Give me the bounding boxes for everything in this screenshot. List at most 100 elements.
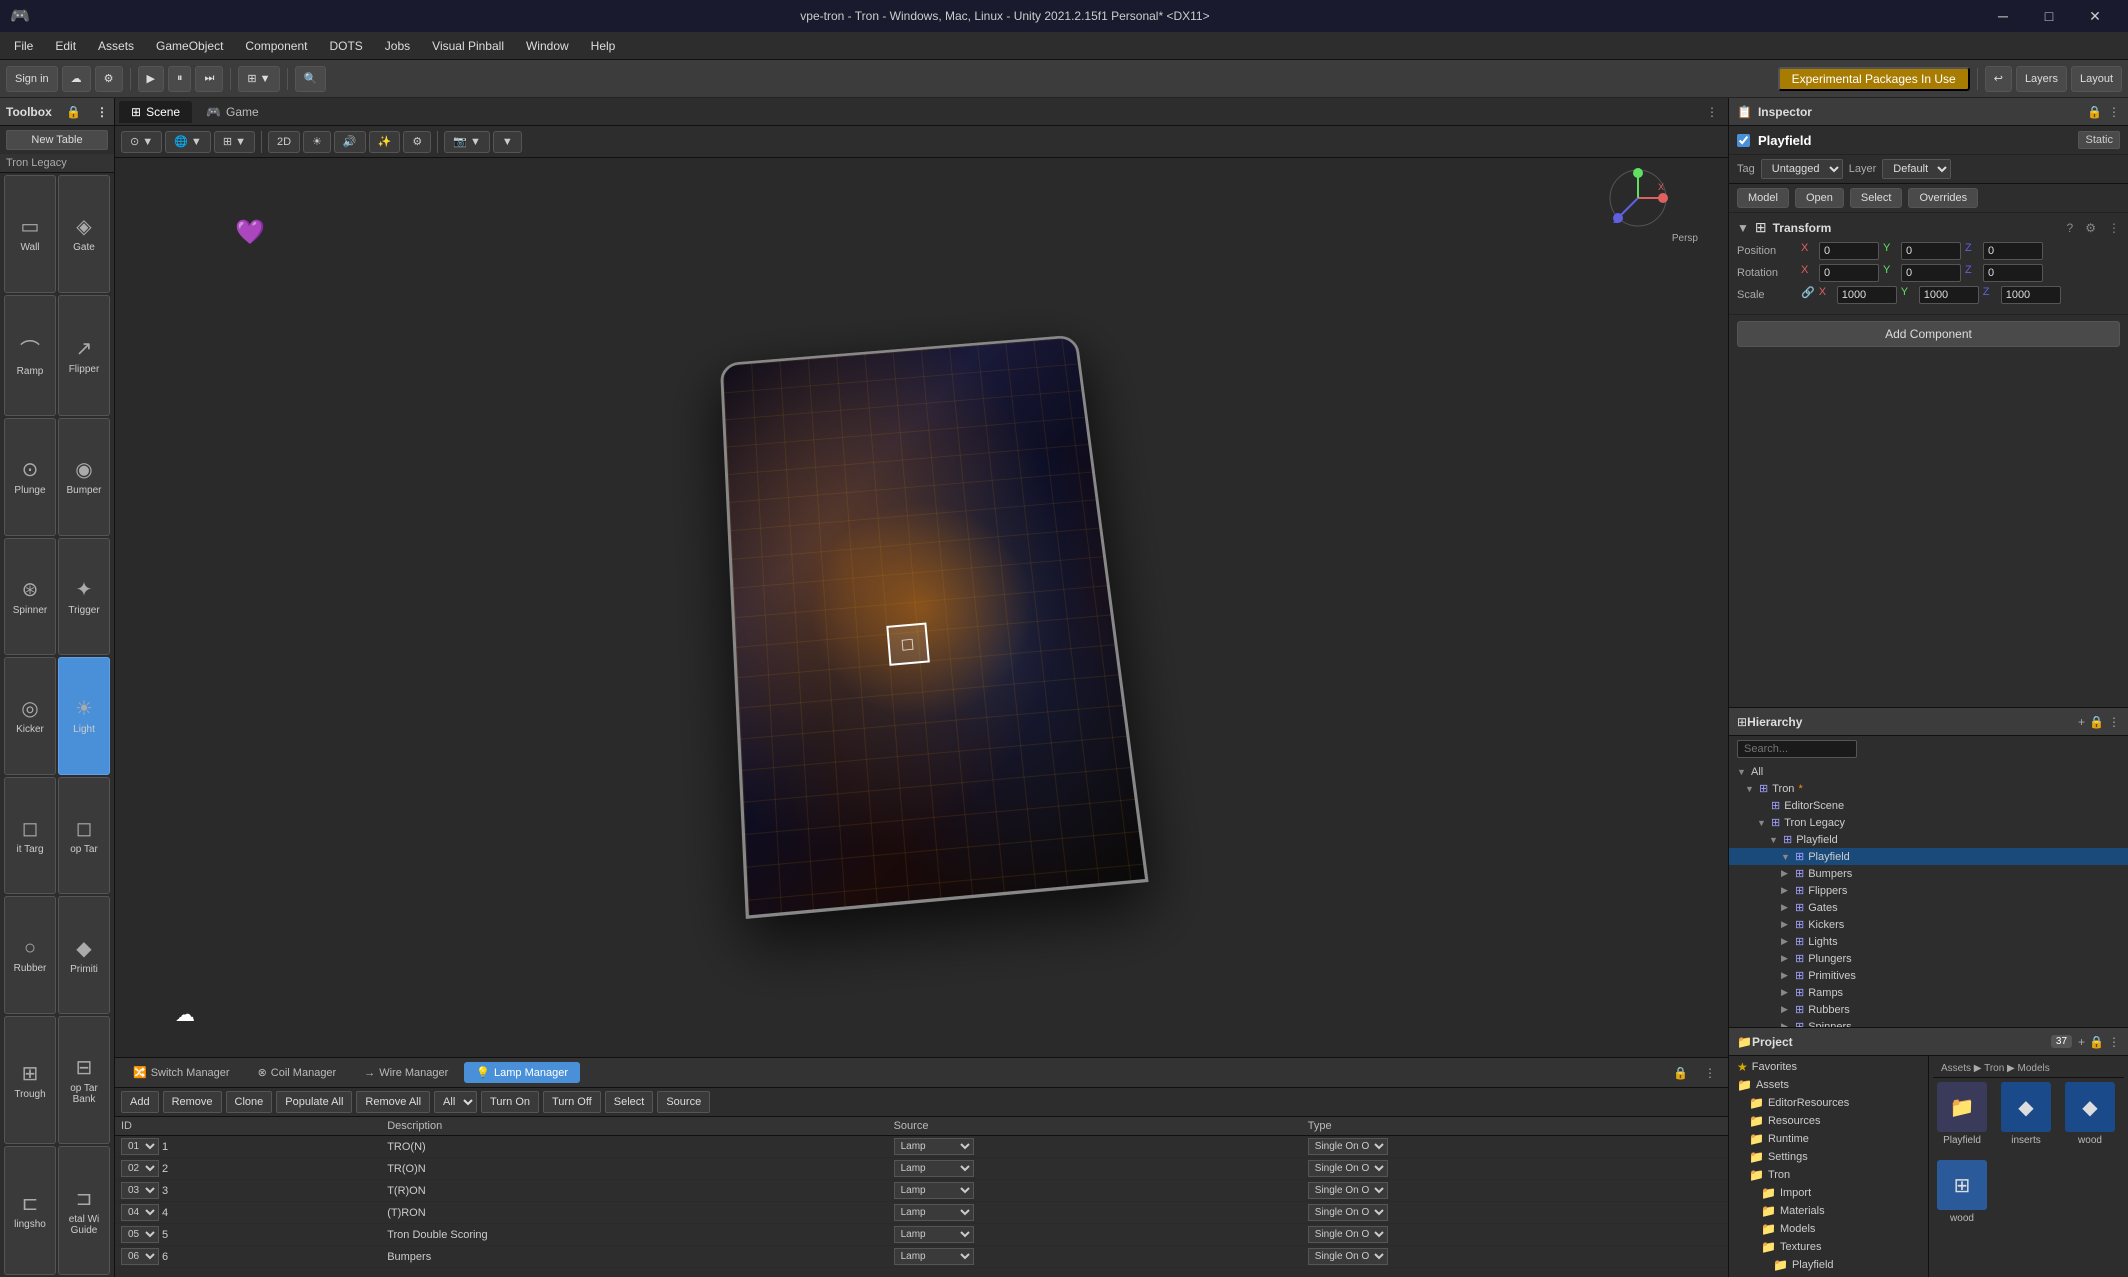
add-btn[interactable]: Add: [121, 1091, 159, 1113]
tree-tron[interactable]: ▼ ⊞ Tron *: [1729, 780, 2128, 797]
source-dropdown[interactable]: Lamp: [894, 1182, 974, 1199]
table-row[interactable]: 06 6 Bumpers Lamp Single On Off: [115, 1246, 1728, 1268]
overrides-tab[interactable]: Overrides: [1908, 188, 1978, 208]
close-btn[interactable]: ✕: [2072, 0, 2118, 32]
tool-rubber[interactable]: ○ Rubber: [4, 896, 56, 1014]
minimize-btn[interactable]: ─: [1980, 0, 2026, 32]
scene-vis-btn[interactable]: ⊞ ▼: [214, 131, 255, 153]
type-dropdown[interactable]: Single On Off: [1308, 1204, 1388, 1221]
menu-assets[interactable]: Assets: [88, 35, 144, 57]
select-tab[interactable]: Select: [1850, 188, 1903, 208]
render-btn[interactable]: 🌐 ▼: [165, 131, 211, 153]
undo-btn[interactable]: ↩: [1985, 66, 2012, 92]
audio-btn[interactable]: 🔊: [334, 131, 366, 153]
hierarchy-search-input[interactable]: [1737, 740, 1857, 758]
type-dropdown[interactable]: Single On Off: [1308, 1182, 1388, 1199]
asset-playfield-folder[interactable]: 📁 Playfield: [1933, 1078, 1991, 1150]
tree-gates[interactable]: ▶ ⊞ Gates: [1729, 899, 2128, 916]
table-row[interactable]: 03 3 T(R)ON Lamp Single On Off: [115, 1180, 1728, 1202]
pos-z-input[interactable]: [1983, 242, 2043, 260]
tree-spinners[interactable]: ▶ ⊞ Spinners: [1729, 1018, 2128, 1027]
tool-trigger[interactable]: ✦ Trigger: [58, 538, 110, 656]
layers-btn[interactable]: Layers: [2016, 66, 2067, 92]
turn-on-btn[interactable]: Turn On: [481, 1091, 539, 1113]
source-dropdown[interactable]: Lamp: [894, 1138, 974, 1155]
tool-trough[interactable]: ⊞ Trough: [4, 1016, 56, 1145]
tool-primitive[interactable]: ◆ Primiti: [58, 896, 110, 1014]
all-dropdown[interactable]: All: [434, 1091, 477, 1113]
menu-help[interactable]: Help: [581, 35, 626, 57]
id-dropdown[interactable]: 04: [121, 1204, 159, 1221]
hierarchy-lock-icon[interactable]: 🔒: [2089, 715, 2104, 729]
tree-playfield-group[interactable]: ▼ ⊞ Playfield: [1729, 831, 2128, 848]
tool-optarget[interactable]: ◻ op Tar: [58, 777, 110, 895]
source-btn[interactable]: Source: [657, 1091, 710, 1113]
tree-rubbers[interactable]: ▶ ⊞ Rubbers: [1729, 1001, 2128, 1018]
scale-x-input[interactable]: [1837, 286, 1897, 304]
tool-ramp[interactable]: ⌒ Ramp: [4, 295, 56, 417]
tree-ramps[interactable]: ▶ ⊞ Ramps: [1729, 984, 2128, 1001]
layer-dropdown[interactable]: Default: [1882, 159, 1951, 179]
scene-options-icon[interactable]: ⋮: [1700, 105, 1724, 119]
menu-edit[interactable]: Edit: [45, 35, 86, 57]
project-assets[interactable]: 📁 Assets: [1729, 1076, 1928, 1094]
scale-z-input[interactable]: [2001, 286, 2061, 304]
type-dropdown[interactable]: Single On Off: [1308, 1160, 1388, 1177]
hierarchy-add-icon[interactable]: +: [2078, 715, 2085, 729]
tree-primitives[interactable]: ▶ ⊞ Primitives: [1729, 967, 2128, 984]
tool-plunger[interactable]: ⊙ Plunge: [4, 418, 56, 536]
static-label[interactable]: Static: [2078, 131, 2120, 149]
experimental-packages-btn[interactable]: Experimental Packages In Use: [1778, 67, 1970, 91]
tree-bumpers[interactable]: ▶ ⊞ Bumpers: [1729, 865, 2128, 882]
source-dropdown[interactable]: Lamp: [894, 1160, 974, 1177]
project-add-icon[interactable]: +: [2078, 1035, 2085, 1049]
view-btn[interactable]: ▼: [493, 131, 522, 153]
new-table-button[interactable]: New Table: [6, 130, 108, 150]
type-dropdown[interactable]: Single On Off: [1308, 1226, 1388, 1243]
toolbox-menu-icon[interactable]: ⋮: [96, 105, 108, 119]
menu-component[interactable]: Component: [235, 35, 317, 57]
project-tron[interactable]: 📁 Tron: [1729, 1166, 1928, 1184]
id-dropdown[interactable]: 02: [121, 1160, 159, 1177]
maximize-btn[interactable]: □: [2026, 0, 2072, 32]
play-btn[interactable]: ▶: [138, 66, 164, 92]
tool-bumper[interactable]: ◉ Bumper: [58, 418, 110, 536]
hierarchy-menu-icon[interactable]: ⋮: [2108, 715, 2120, 729]
tree-tron-legacy[interactable]: ▼ ⊞ Tron Legacy: [1729, 814, 2128, 831]
tool-spinner[interactable]: ⊛ Spinner: [4, 538, 56, 656]
project-import[interactable]: 📁 Import: [1729, 1184, 1928, 1202]
project-menu-icon[interactable]: ⋮: [2108, 1035, 2120, 1049]
project-playfield-tex[interactable]: 📁 Playfield: [1729, 1256, 1928, 1274]
asset-wood-fbx[interactable]: ◆ wood: [2061, 1078, 2119, 1150]
gizmos-btn[interactable]: ⚙: [403, 131, 431, 153]
id-dropdown[interactable]: 05: [121, 1226, 159, 1243]
shading-btn[interactable]: ⊙ ▼: [121, 131, 162, 153]
tool-slingshot[interactable]: ⊏ lingsho: [4, 1146, 56, 1275]
project-materials[interactable]: 📁 Materials: [1729, 1202, 1928, 1220]
table-row[interactable]: 01 1 TRO(N) Lamp Single On Off: [115, 1136, 1728, 1158]
turn-off-btn[interactable]: Turn Off: [543, 1091, 601, 1113]
tree-plungers[interactable]: ▶ ⊞ Plungers: [1729, 950, 2128, 967]
cloud-btn[interactable]: ☁: [62, 66, 91, 92]
rot-z-input[interactable]: [1983, 264, 2043, 282]
tool-metalwire[interactable]: ⊐ etal Wi Guide: [58, 1146, 110, 1275]
tree-lights[interactable]: ▶ ⊞ Lights: [1729, 933, 2128, 950]
menu-jobs[interactable]: Jobs: [375, 35, 420, 57]
asset-inserts-fbx[interactable]: ◆ inserts: [1997, 1078, 2055, 1150]
tab-scene[interactable]: ⊞ Scene: [119, 101, 192, 123]
tool-ittarget[interactable]: ◻ it Targ: [4, 777, 56, 895]
source-dropdown[interactable]: Lamp: [894, 1204, 974, 1221]
table-row[interactable]: 04 4 (T)RON Lamp Single On Off: [115, 1202, 1728, 1224]
rot-x-input[interactable]: [1819, 264, 1879, 282]
project-resources[interactable]: 📁 Resources: [1729, 1112, 1928, 1130]
type-dropdown[interactable]: Single On Off: [1308, 1248, 1388, 1265]
open-tab[interactable]: Open: [1795, 188, 1844, 208]
tool-kicker[interactable]: ◎ Kicker: [4, 657, 56, 775]
table-row[interactable]: 02 2 TR(O)N Lamp Single On Off: [115, 1158, 1728, 1180]
type-dropdown[interactable]: Single On Off: [1308, 1138, 1388, 1155]
inspector-lock-icon[interactable]: 🔒: [2087, 105, 2102, 119]
tool-wall[interactable]: ▭ Wall: [4, 175, 56, 293]
tree-editor-scene[interactable]: ⊞ EditorScene: [1729, 797, 2128, 814]
menu-file[interactable]: File: [4, 35, 43, 57]
menu-visual-pinball[interactable]: Visual Pinball: [422, 35, 514, 57]
